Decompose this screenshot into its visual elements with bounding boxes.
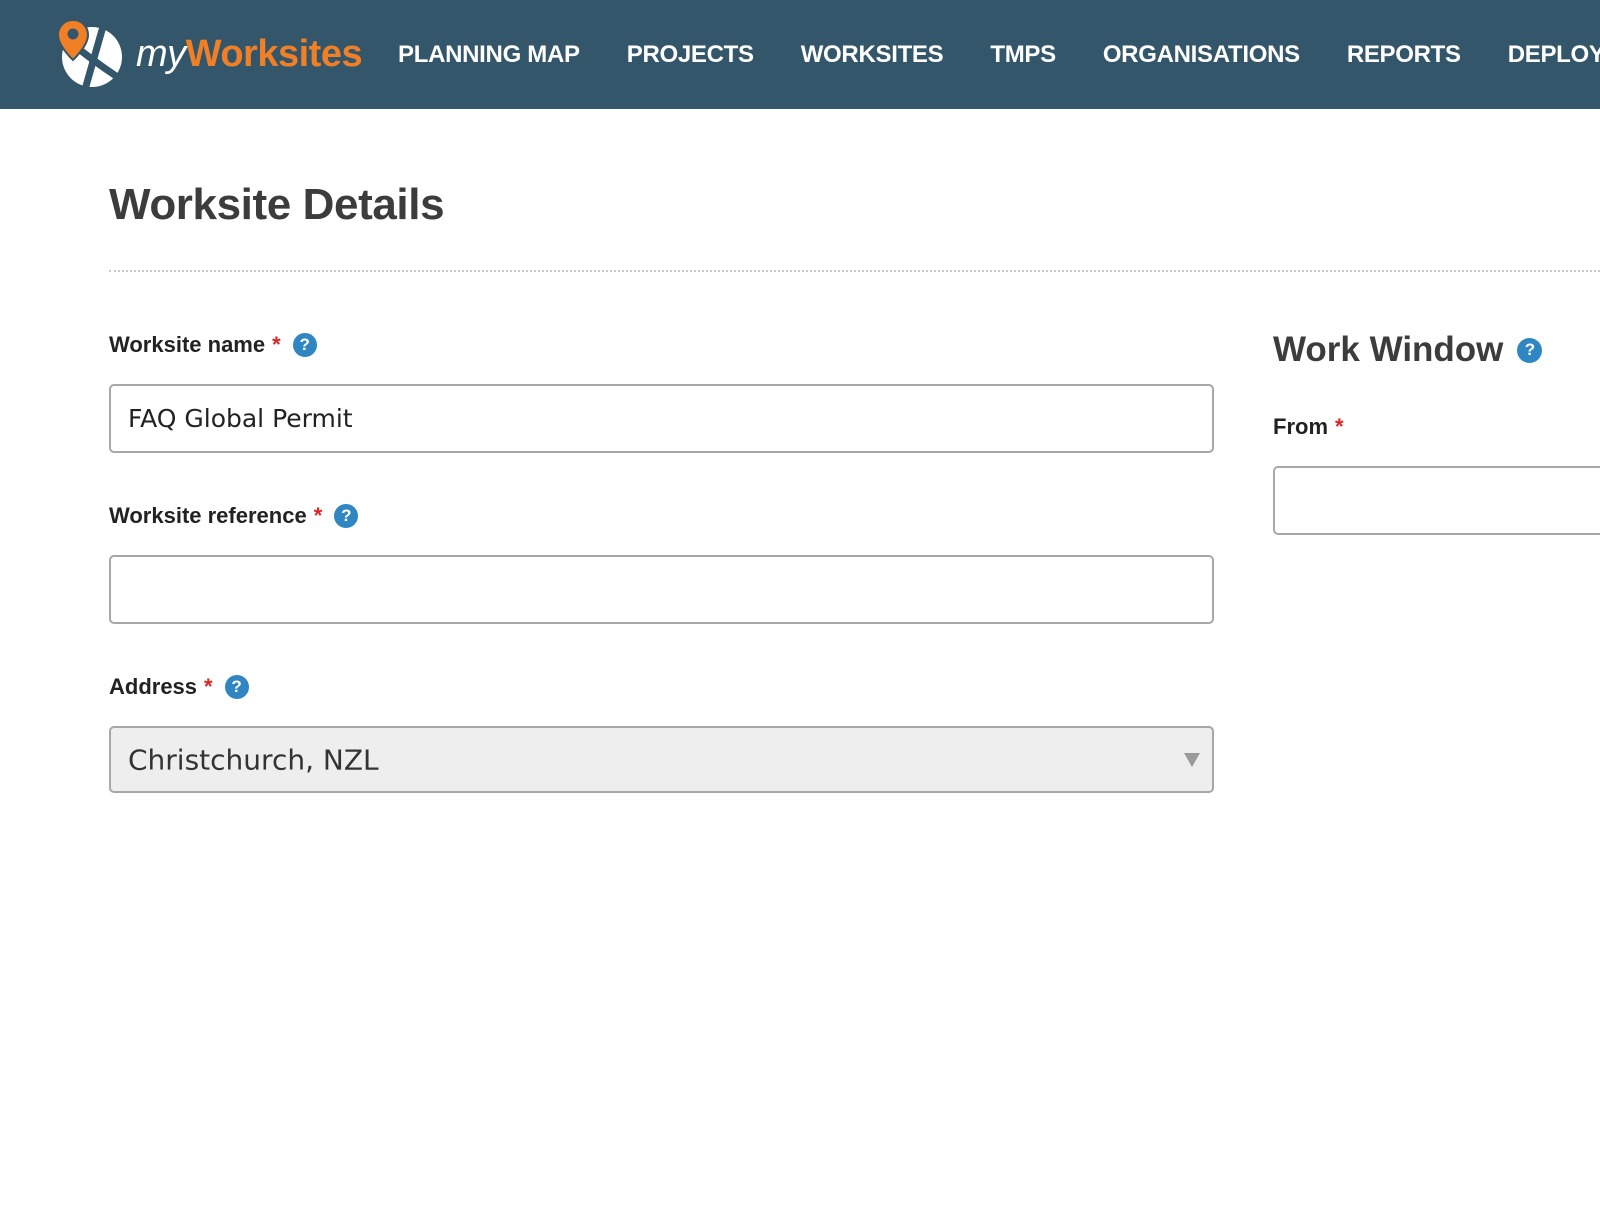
logo-wordmark: myWorksites [136,33,363,75]
nav-deployments[interactable]: DEPLOYMENTS [1508,41,1600,69]
required-marker: * [204,674,213,699]
logo-suffix: Worksites [185,33,363,75]
logo-prefix: my [136,33,186,75]
required-marker: * [272,332,281,357]
address-selected-value: Christchurch, NZL [128,743,379,776]
top-navigation-bar: myWorksites PLANNING MAP PROJECTS WORKSI… [0,0,1600,109]
myworksites-logo[interactable]: myWorksites [56,18,363,90]
dotted-divider [109,270,1600,272]
worksite-reference-label: Worksite reference * ? [109,503,359,529]
nav-organisations[interactable]: ORGANISATIONS [1103,41,1300,69]
work-window-heading: Work Window ? [1273,330,1543,370]
address-label: Address * ? [109,674,249,700]
page-title: Worksite Details [109,180,445,229]
from-label: From * [1273,414,1344,440]
required-marker: * [1335,414,1344,439]
worksite-name-label: Worksite name * ? [109,332,317,358]
nav-tmps[interactable]: TMPS [990,41,1056,69]
address-select[interactable]: Christchurch, NZL [109,726,1214,793]
nav-worksites[interactable]: WORKSITES [801,41,944,69]
worksite-name-input[interactable] [109,384,1214,453]
from-label-text: From [1273,414,1328,439]
question-circle-icon[interactable]: ? [224,675,249,699]
main-nav: PLANNING MAP PROJECTS WORKSITES TMPS ORG… [398,0,1600,109]
worksite-name-label-text: Worksite name [109,332,266,357]
worksite-reference-label-text: Worksite reference [109,503,307,528]
from-date-input[interactable] [1273,466,1600,535]
worksite-reference-input[interactable] [109,555,1214,624]
caret-down-icon [1184,752,1200,767]
nav-planning-map[interactable]: PLANNING MAP [398,41,580,69]
work-window-title: Work Window [1273,330,1504,369]
required-marker: * [313,503,323,528]
question-circle-icon[interactable]: ? [334,504,359,528]
nav-reports[interactable]: REPORTS [1347,41,1461,69]
address-label-text: Address [109,674,198,699]
map-pin-globe-icon [56,18,122,90]
nav-projects[interactable]: PROJECTS [627,41,754,69]
question-circle-icon[interactable]: ? [292,333,317,357]
question-circle-icon[interactable]: ? [1517,337,1543,363]
